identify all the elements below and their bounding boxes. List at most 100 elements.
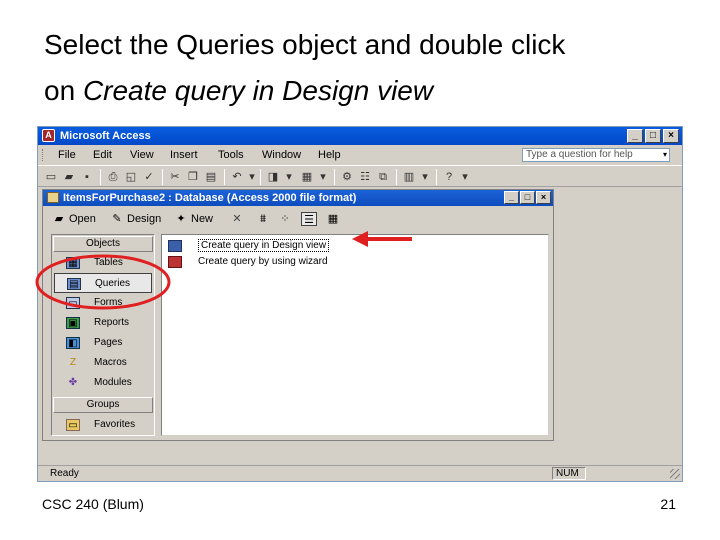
object-queries[interactable]: ▤ Queries xyxy=(54,273,152,293)
groups-header[interactable]: Groups xyxy=(53,397,153,413)
chevron-down-icon[interactable]: ▾ xyxy=(663,149,667,161)
chevron-down-icon[interactable]: ▾ xyxy=(245,170,259,184)
create-query-wizard[interactable]: Create query by using wizard xyxy=(168,255,328,269)
app-window-controls: _ □ × xyxy=(627,129,679,143)
delete-button[interactable]: ✕ xyxy=(229,208,245,230)
object-forms-label: Forms xyxy=(94,297,123,308)
status-text: Ready xyxy=(50,468,79,479)
menu-help[interactable]: Help xyxy=(318,146,341,164)
office-links-icon[interactable]: ◨ xyxy=(266,170,280,184)
help-placeholder: Type a question for help xyxy=(526,149,633,160)
status-num-indicator: NUM xyxy=(552,467,586,480)
db-title: ItemsForPurchase2 : Database (Access 200… xyxy=(63,192,357,204)
access-window: A Microsoft Access _ □ × File Edit View … xyxy=(37,126,683,482)
open-button[interactable]: ▰ Open xyxy=(51,208,96,230)
object-reports-label: Reports xyxy=(94,317,130,328)
toolbar-separator xyxy=(334,169,335,185)
folder-icon: ▭ xyxy=(66,419,80,431)
delete-icon: ✕ xyxy=(232,213,242,225)
app-titlebar[interactable]: A Microsoft Access _ □ × xyxy=(38,127,682,145)
print-preview-icon[interactable]: ◱ xyxy=(124,170,138,184)
query-icon: ▤ xyxy=(67,278,81,290)
objects-bar: Objects ▦ Tables ▤ Queries ▭ Forms ▣ Rep… xyxy=(51,234,155,436)
object-reports[interactable]: ▣ Reports xyxy=(54,313,152,333)
menu-insert[interactable]: Insert xyxy=(170,146,198,164)
objects-header[interactable]: Objects xyxy=(53,236,153,252)
object-list-pane: Create query in Design view Create query… xyxy=(161,234,549,436)
save-icon[interactable]: ▪ xyxy=(80,170,94,184)
database-window: ItemsForPurchase2 : Database (Access 200… xyxy=(42,189,554,441)
large-icons-button[interactable]: ⩩ xyxy=(255,208,271,230)
object-forms[interactable]: ▭ Forms xyxy=(54,293,152,313)
spelling-icon[interactable]: ✓ xyxy=(142,170,156,184)
resize-grip-icon[interactable] xyxy=(670,469,680,479)
access-app-icon[interactable]: A xyxy=(42,129,55,142)
toolbar-separator xyxy=(100,169,101,185)
toolbar-separator xyxy=(224,169,225,185)
object-queries-label: Queries xyxy=(95,278,131,289)
open-icon[interactable]: ▰ xyxy=(62,170,76,184)
copy-icon[interactable]: ❐ xyxy=(186,170,200,184)
db-close-button[interactable]: × xyxy=(536,191,551,204)
toolbar-options-icon[interactable]: ▾ xyxy=(458,170,472,184)
new-button[interactable]: ✦ New xyxy=(173,208,213,230)
maximize-button[interactable]: □ xyxy=(645,129,661,143)
db-maximize-button[interactable]: □ xyxy=(520,191,535,204)
object-tables[interactable]: ▦ Tables xyxy=(54,253,152,273)
cut-icon[interactable]: ✂ xyxy=(168,170,182,184)
create-query-wizard-label: Create query by using wizard xyxy=(198,256,328,267)
properties-icon[interactable]: ☷ xyxy=(358,170,372,184)
chevron-down-icon[interactable]: ▾ xyxy=(316,170,330,184)
help-search-input[interactable]: Type a question for help ▾ xyxy=(522,148,670,162)
close-button[interactable]: × xyxy=(663,129,679,143)
new-icon: ✦ xyxy=(176,213,186,225)
menu-view[interactable]: View xyxy=(130,146,154,164)
menu-edit[interactable]: Edit xyxy=(93,146,112,164)
chevron-down-icon[interactable]: ▾ xyxy=(282,170,296,184)
undo-icon[interactable]: ↶ xyxy=(230,170,244,184)
query-design-icon xyxy=(168,240,182,252)
details-view-icon: ▦ xyxy=(327,213,339,225)
page-icon: ◧ xyxy=(66,337,80,349)
paste-icon[interactable]: ▤ xyxy=(204,170,218,184)
menu-bar: File Edit View Insert Tools Window Help … xyxy=(38,146,682,164)
db-window-controls: _ □ × xyxy=(504,191,551,204)
minimize-button[interactable]: _ xyxy=(627,129,643,143)
code-icon[interactable]: ⚙ xyxy=(340,170,354,184)
details-view-button[interactable]: ▦ xyxy=(325,208,341,230)
create-query-design-view[interactable]: Create query in Design view xyxy=(168,239,330,253)
menu-window[interactable]: Window xyxy=(262,146,301,164)
chevron-down-icon[interactable]: ▾ xyxy=(418,170,432,184)
toolbar-separator xyxy=(162,169,163,185)
analyze-icon[interactable]: ▦ xyxy=(300,170,314,184)
relationships-icon[interactable]: ⧉ xyxy=(376,170,390,184)
query-wizard-icon xyxy=(168,256,182,268)
group-favorites[interactable]: ▭ Favorites xyxy=(54,415,152,435)
database-icon[interactable] xyxy=(47,192,59,203)
status-bar: Ready NUM xyxy=(38,465,682,481)
form-icon: ▭ xyxy=(66,297,80,309)
object-modules[interactable]: ✤ Modules xyxy=(54,373,152,393)
menu-file[interactable]: File xyxy=(58,146,76,164)
new-label: New xyxy=(191,213,214,225)
db-titlebar[interactable]: ItemsForPurchase2 : Database (Access 200… xyxy=(43,190,553,206)
design-button[interactable]: ✎ Design xyxy=(109,208,161,230)
slide-title: Select the Queries object and double cli… xyxy=(44,22,684,114)
report-icon: ▣ xyxy=(66,317,80,329)
new-object-icon[interactable]: ▥ xyxy=(402,170,416,184)
help-icon[interactable]: ? xyxy=(442,170,456,184)
app-title: Microsoft Access xyxy=(60,130,151,142)
object-macros[interactable]: Z Macros xyxy=(54,353,152,373)
object-pages[interactable]: ◧ Pages xyxy=(54,333,152,353)
menu-tools[interactable]: Tools xyxy=(218,146,244,164)
db-minimize-button[interactable]: _ xyxy=(504,191,519,204)
list-view-button[interactable]: ☰ xyxy=(301,208,317,230)
list-view-icon: ☰ xyxy=(301,212,317,226)
print-icon[interactable]: ⎙ xyxy=(106,170,120,184)
slide-title-line1: Select the Queries object and double cli… xyxy=(44,29,566,60)
small-icons-button[interactable]: ⁘ xyxy=(277,208,293,230)
toolbar-separator xyxy=(260,169,261,185)
new-icon[interactable]: ▭ xyxy=(44,170,58,184)
db-toolbar: ▰ Open ✎ Design ✦ New ✕ ⩩ ⁘ ☰ ▦ xyxy=(43,208,553,230)
menubar-grip[interactable] xyxy=(42,149,45,161)
